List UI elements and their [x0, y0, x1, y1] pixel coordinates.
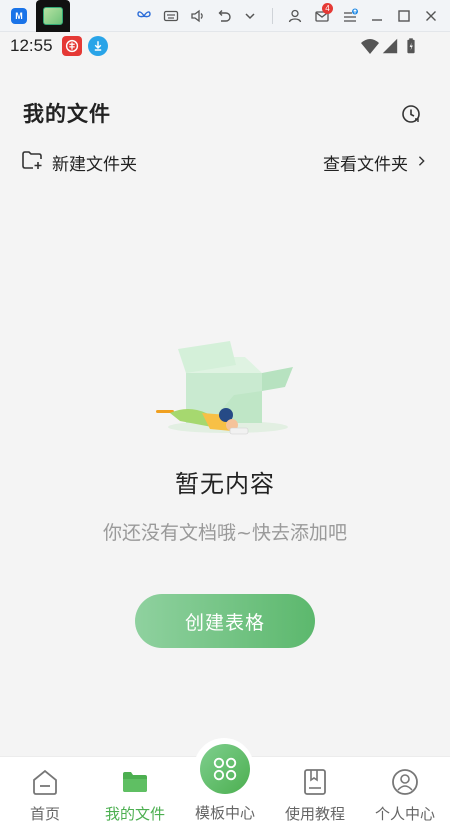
folder-icon	[120, 767, 150, 797]
book-icon	[300, 767, 330, 797]
status-time: 12:55	[10, 36, 53, 55]
page-title: 我的文件	[23, 102, 111, 126]
close-icon[interactable]	[420, 0, 442, 32]
tab-label: 使用教程	[284, 805, 345, 823]
download-icon	[88, 36, 108, 56]
menu-update-icon[interactable]	[339, 0, 361, 32]
emulator-toolbar: M 4	[0, 0, 450, 32]
folder-row: 新建文件夹 查看文件夹	[0, 146, 450, 178]
view-folders-label: 查看文件夹	[323, 154, 408, 175]
view-folders-link[interactable]: 查看文件夹	[323, 146, 428, 178]
status-bar: 12:55	[0, 32, 450, 60]
template-grid-icon	[200, 744, 250, 794]
app-notify-icon	[62, 36, 82, 56]
signal-icon	[380, 36, 400, 56]
rotate-icon[interactable]	[213, 0, 235, 32]
tab-home[interactable]: 首页	[0, 757, 90, 830]
toolbar-divider	[272, 8, 273, 24]
tab-label: 模板中心	[194, 804, 255, 822]
tab-label: 我的文件	[104, 805, 165, 823]
notification-badge: 4	[322, 3, 333, 14]
tab-my-files[interactable]: 我的文件	[90, 757, 180, 830]
keyboard-icon[interactable]	[160, 0, 182, 32]
minimize-icon[interactable]	[366, 0, 388, 32]
chevron-right-icon	[416, 153, 428, 172]
new-folder-button[interactable]: 新建文件夹	[20, 146, 137, 178]
butterfly-icon[interactable]	[133, 0, 155, 32]
empty-state-title: 暂无内容	[175, 470, 275, 498]
tab-label: 首页	[29, 805, 60, 823]
empty-box-illustration	[150, 335, 300, 445]
app-logo-icon[interactable]: M	[8, 0, 30, 32]
home-icon	[30, 767, 60, 797]
volume-icon[interactable]	[187, 0, 209, 32]
maximize-icon[interactable]	[393, 0, 415, 32]
history-clock-icon[interactable]	[400, 103, 422, 125]
chevron-down-icon[interactable]	[239, 0, 261, 32]
create-spreadsheet-button[interactable]: 创建表格	[135, 594, 315, 648]
wifi-icon	[360, 36, 380, 56]
empty-state-subtitle: 你还没有文档哦~快去添加吧	[103, 522, 347, 544]
tab-templates[interactable]: 模板中心	[180, 730, 270, 830]
mail-icon[interactable]: 4	[311, 0, 333, 32]
tab-tutorial[interactable]: 使用教程	[270, 757, 360, 830]
app-thumbnail-icon[interactable]	[36, 0, 70, 32]
tab-profile[interactable]: 个人中心	[360, 757, 450, 830]
profile-icon	[390, 767, 420, 797]
new-folder-label: 新建文件夹	[52, 154, 137, 175]
folder-plus-icon	[20, 148, 44, 176]
battery-icon	[401, 36, 421, 56]
user-icon[interactable]	[284, 0, 306, 32]
tab-label: 个人中心	[374, 805, 435, 823]
